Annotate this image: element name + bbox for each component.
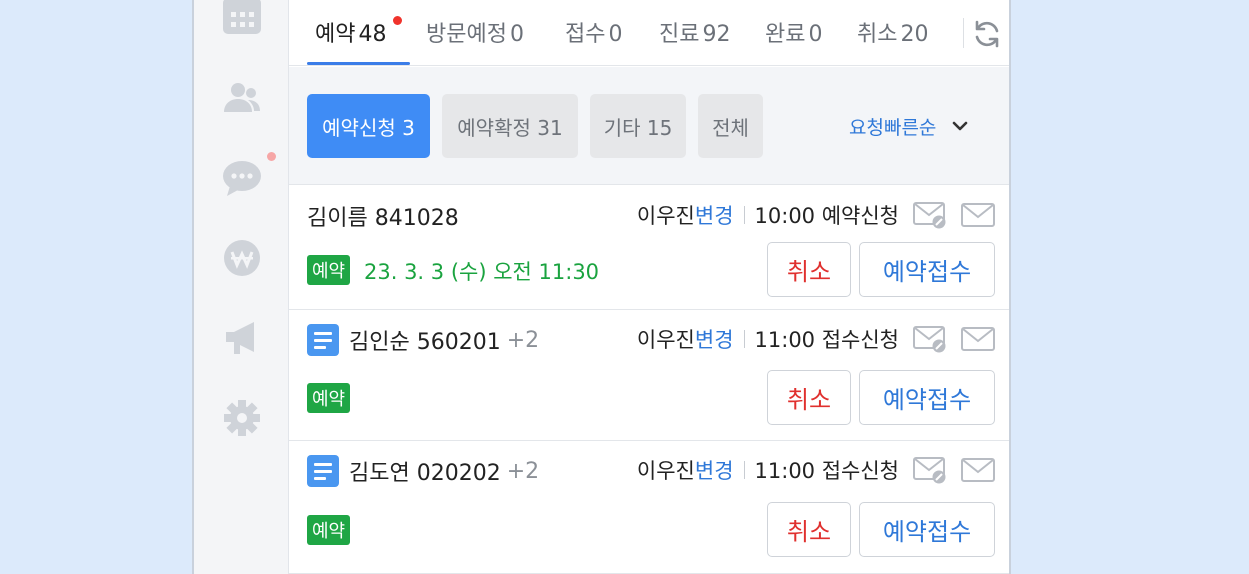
app-window: 예약 48 방문예정 0 접수 0 진료 92 완료 0 취소 20 예약신청 3 예약확정… [192,0,1011,574]
tab-reservation[interactable]: 예약 48 [315,16,386,50]
tab-label: 완료 [765,22,806,47]
chat-icon[interactable] [222,158,262,198]
time-status: 11:00 접수신청 [754,328,899,352]
accept-reservation-button[interactable]: 예약접수 [859,502,995,557]
patient-name: 김인순 560201 +2 [307,324,539,356]
reservation-date: 23. 3. 3 (수) 오전 11:30 [364,260,600,284]
sort-dropdown[interactable]: 요청빠른순 [849,112,970,140]
row-meta: 이우진 변경 10:00 예약신청 [637,200,995,230]
row-meta: 이우진 변경 11:00 접수신청 [637,324,995,354]
memo-icon[interactable] [307,324,339,356]
change-doctor-link[interactable]: 변경 [695,455,734,485]
filter-all[interactable]: 전체 [698,94,763,158]
divider [743,206,745,224]
divider [743,461,745,479]
change-doctor-link[interactable]: 변경 [695,324,734,354]
reservation-panel: 예약 48 방문예정 0 접수 0 진료 92 완료 0 취소 20 예약신청 3 예약확정… [289,0,1009,574]
list-item[interactable]: 김도연 020202 +2 이우진 변경 11:00 접수신청 예약 취소 예약접수 [289,441,1009,574]
doctor-name: 이우진 [636,328,695,352]
tab-label: 예약 [315,22,356,47]
active-tab-indicator [307,62,410,65]
doctor-name: 이우진 [636,204,695,228]
extra-count: +2 [506,327,540,353]
tab-divider [963,18,964,48]
patient-name-text: 김인순 560201 [349,330,501,355]
memo-icon[interactable] [307,455,339,487]
chevron-down-icon [953,121,968,131]
tab-notification-dot [393,16,402,25]
mail-check-icon[interactable] [913,325,947,353]
sidebar [194,0,289,574]
filter-other[interactable]: 기타 15 [590,94,686,158]
tab-reception[interactable]: 접수 0 [565,16,622,50]
time-status: 11:00 접수신청 [754,459,899,483]
tab-count: 0 [608,22,623,47]
mail-icon[interactable] [961,202,995,228]
cancel-button[interactable]: 취소 [767,502,851,557]
tab-cancelled[interactable]: 취소 20 [857,16,928,50]
tab-label: 방문예정 [426,22,507,47]
tab-treatment[interactable]: 진료 92 [659,16,730,50]
patient-name-text: 김이름 841028 [307,206,459,231]
chat-notification-dot [267,152,276,161]
mail-icon[interactable] [961,326,995,352]
mail-check-icon[interactable] [913,201,947,229]
tab-count: 48 [358,22,387,47]
tab-label: 접수 [565,22,606,47]
tab-label: 취소 [857,22,898,47]
tab-count: 92 [702,22,731,47]
megaphone-icon[interactable] [222,318,262,358]
filter-reservation-confirmed[interactable]: 예약확정 31 [442,94,578,158]
tab-count: 0 [509,22,524,47]
time-status: 10:00 예약신청 [754,204,899,228]
tab-count: 20 [900,22,929,47]
accept-reservation-button[interactable]: 예약접수 [859,370,995,425]
gear-icon[interactable] [222,398,262,438]
cancel-button[interactable]: 취소 [767,242,851,297]
doctor-name: 이우진 [636,459,695,483]
tab-completed[interactable]: 완료 0 [765,16,822,50]
list-item[interactable]: 김인순 560201 +2 이우진 변경 11:00 접수신청 예약 취소 예약접수 [289,310,1009,441]
refresh-icon[interactable] [971,18,1003,50]
tab-visit-scheduled[interactable]: 방문예정 0 [426,16,524,50]
list-item[interactable]: 김이름 841028 이우진 변경 10:00 예약신청 예약 23. 3. 3 … [289,186,1009,310]
tab-count: 0 [808,22,823,47]
filter-bar: 예약신청 3 예약확정 31 기타 15 전체 요청빠른순 [289,67,1009,185]
won-icon[interactable] [222,238,262,278]
patient-name: 김도연 020202 +2 [307,455,539,487]
calendar-icon[interactable] [222,0,262,38]
status-badge: 예약 [307,383,351,413]
row-meta: 이우진 변경 11:00 접수신청 [637,455,995,485]
patient-name-text: 김도연 020202 [349,461,501,486]
mail-icon[interactable] [961,457,995,483]
status-badge: 예약 [307,255,351,285]
status-tabs: 예약 48 방문예정 0 접수 0 진료 92 완료 0 취소 20 [289,0,1009,66]
accept-reservation-button[interactable]: 예약접수 [859,242,995,297]
users-icon[interactable] [222,78,262,118]
patient-name: 김이름 841028 [307,200,459,232]
filter-reservation-request[interactable]: 예약신청 3 [307,94,430,158]
cancel-button[interactable]: 취소 [767,370,851,425]
tab-label: 진료 [659,22,700,47]
mail-check-icon[interactable] [913,456,947,484]
divider [743,330,745,348]
status-badge: 예약 [307,515,351,545]
extra-count: +2 [506,458,540,484]
change-doctor-link[interactable]: 변경 [695,200,734,230]
sort-label: 요청빠른순 [849,116,937,139]
